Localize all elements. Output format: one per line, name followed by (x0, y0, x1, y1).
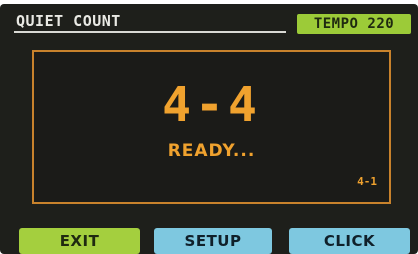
count-display-panel: 4-4 READY... 4-1 (32, 50, 391, 204)
status-text: READY... (167, 141, 256, 161)
click-button[interactable]: CLICK (289, 228, 410, 254)
measure-beat-counter: 4-1 (357, 175, 377, 188)
display-screen: QUIET COUNT TEMPO 220 4-4 READY... 4-1 E… (0, 4, 418, 254)
exit-button[interactable]: EXIT (19, 228, 140, 254)
time-signature-readout: 4-4 (162, 77, 261, 133)
setup-button[interactable]: SETUP (154, 228, 272, 254)
tempo-badge: TEMPO 220 (297, 14, 411, 34)
screen-title: QUIET COUNT (16, 12, 121, 30)
title-underline (14, 31, 286, 33)
